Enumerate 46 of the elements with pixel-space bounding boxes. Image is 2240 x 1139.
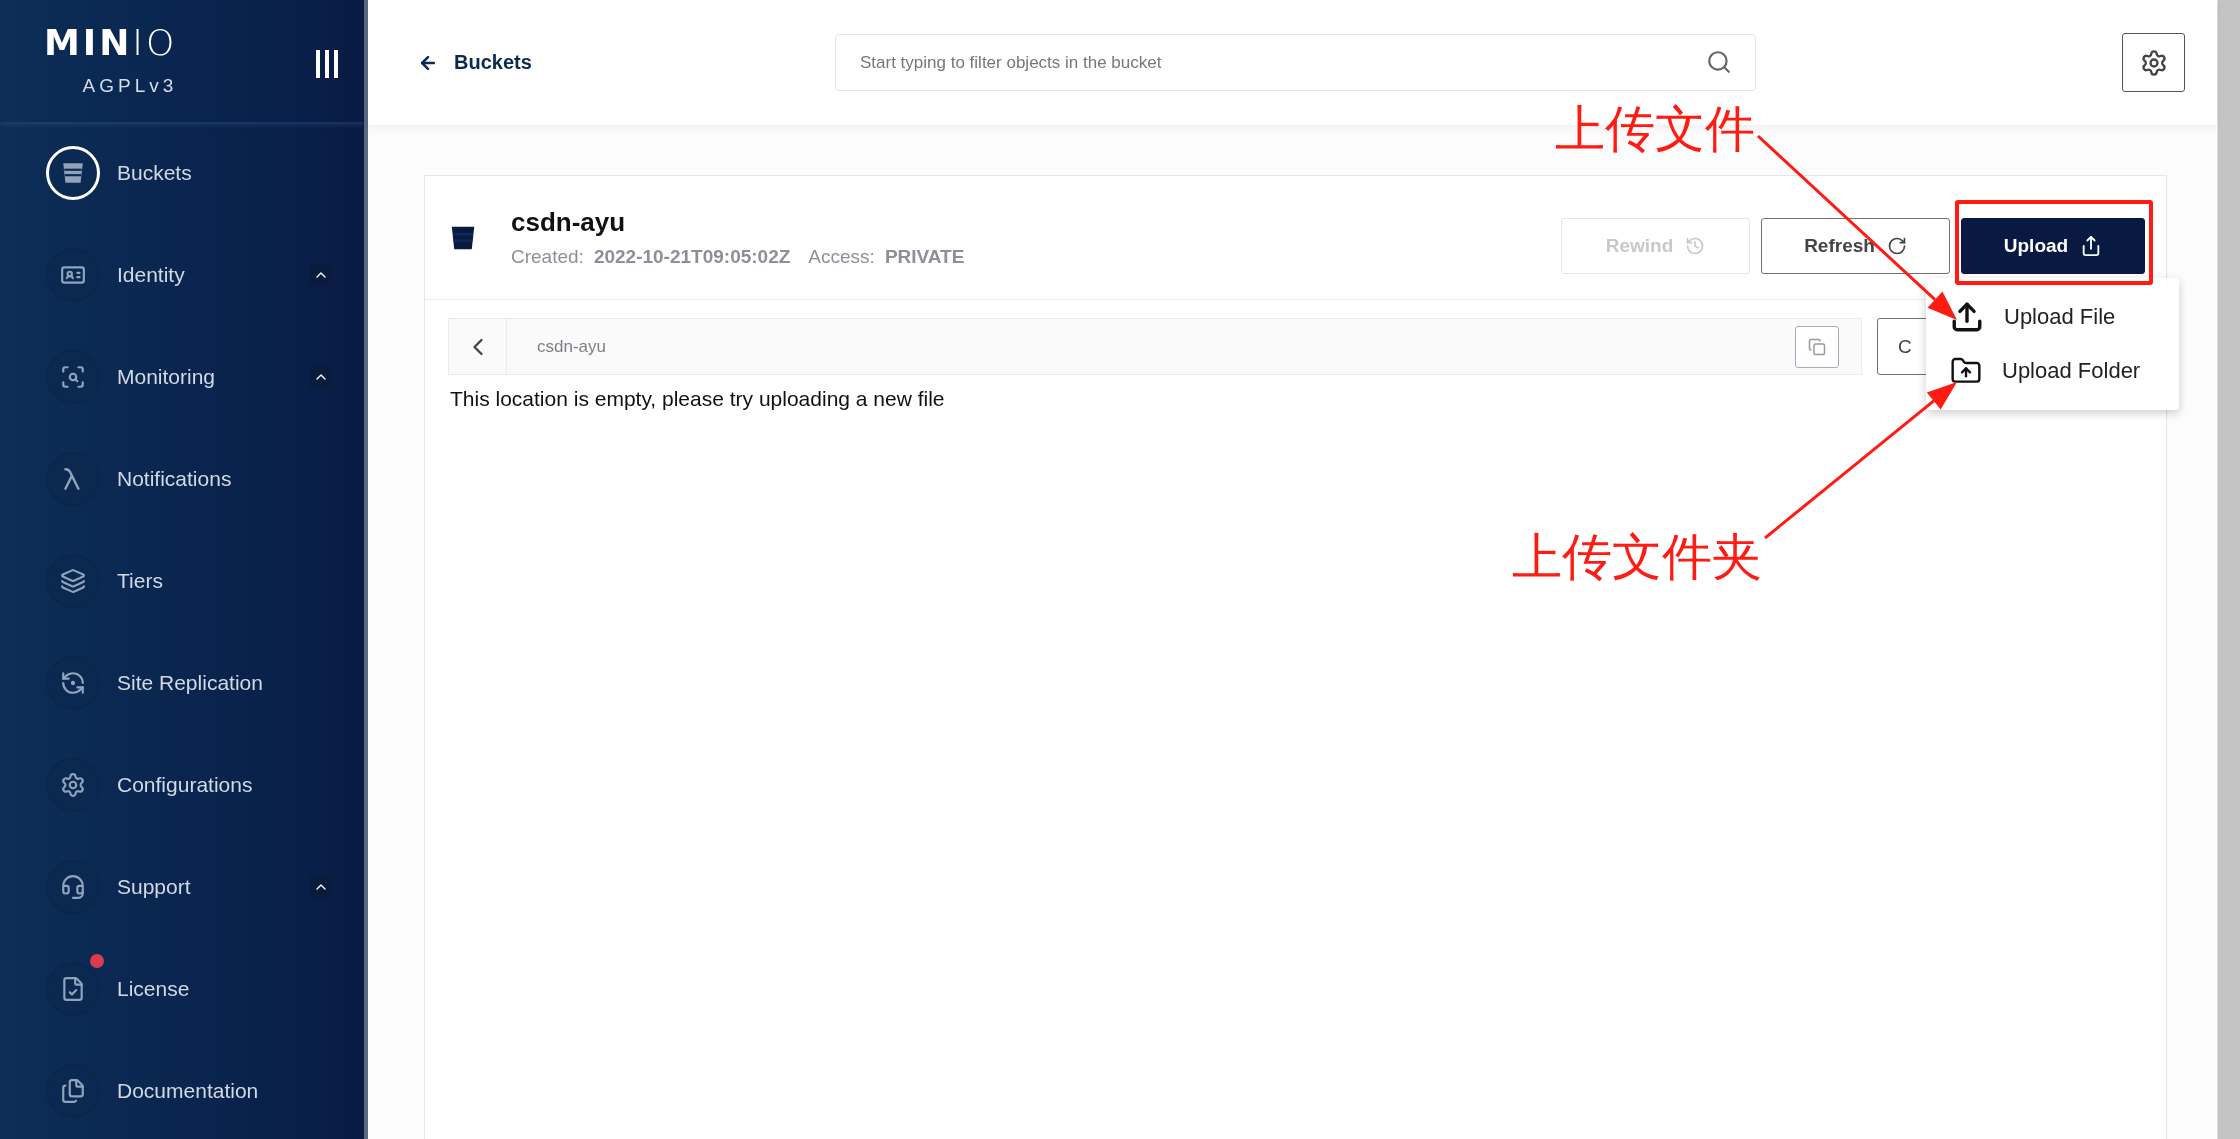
copy-button[interactable] xyxy=(1795,325,1839,368)
chevron-up-icon[interactable] xyxy=(310,264,332,286)
edition-label: AGPLv3 xyxy=(82,75,178,97)
layers-icon xyxy=(60,568,86,594)
upload-button[interactable]: Upload xyxy=(1961,217,2145,274)
sidebar-item[interactable]: Documentation xyxy=(0,1040,364,1139)
logo: MIN IO xyxy=(44,25,178,61)
sidebar-item[interactable]: Support xyxy=(0,836,364,938)
created-date: Created: 2022-10-21T09:05:02Z xyxy=(511,246,791,268)
menu-toggle-button[interactable] xyxy=(316,50,338,78)
upload-icon xyxy=(1950,300,1984,334)
headset-icon xyxy=(60,874,86,900)
search-field[interactable]: Start typing to filter objects in the bucket xyxy=(835,34,1756,91)
documents-icon xyxy=(60,1078,86,1104)
history-icon xyxy=(1685,235,1706,256)
sidebar-item[interactable]: Site Replication xyxy=(0,632,364,734)
sidebar-item[interactable]: Identity xyxy=(0,224,364,326)
sidebar-item[interactable]: Buckets xyxy=(0,122,364,224)
document-check-icon xyxy=(60,976,86,1002)
bucket-name: csdn-ayu xyxy=(511,207,627,238)
settings-button[interactable] xyxy=(2122,33,2185,92)
copy-icon xyxy=(1808,337,1826,356)
sidebar-item[interactable]: License xyxy=(0,938,364,1040)
scrollbar[interactable] xyxy=(2217,0,2240,1139)
access-level: Access: PRIVATE xyxy=(808,246,965,268)
sync-icon xyxy=(60,670,86,696)
sidebar-item[interactable]: Notifications xyxy=(0,428,364,530)
annotation-label: 上传文件 xyxy=(1555,104,1755,154)
annotation-label: 上传文件夹 xyxy=(1512,532,1762,582)
empty-message: This location is empty, please try uploading a new file xyxy=(450,387,946,411)
settings-icon xyxy=(60,772,86,798)
chevron-up-icon[interactable] xyxy=(310,366,332,388)
bar-icon xyxy=(325,50,329,78)
sidebar-item[interactable]: Configurations xyxy=(0,734,364,836)
back-link[interactable]: Buckets xyxy=(418,51,532,74)
sidebar-item[interactable]: Tiers xyxy=(0,530,364,632)
refresh-icon xyxy=(1886,235,1907,256)
breadcrumb-path: csdn-ayu xyxy=(537,336,607,357)
settings-icon xyxy=(2139,48,2168,77)
chevron-up-icon[interactable] xyxy=(310,876,332,898)
bar-icon xyxy=(316,50,320,78)
bucket-icon xyxy=(60,160,86,186)
refresh-button[interactable]: Refresh xyxy=(1761,217,1950,274)
search-icon xyxy=(1706,49,1732,75)
sidebar-item[interactable]: Monitoring xyxy=(0,326,364,428)
bar-icon xyxy=(334,50,338,78)
